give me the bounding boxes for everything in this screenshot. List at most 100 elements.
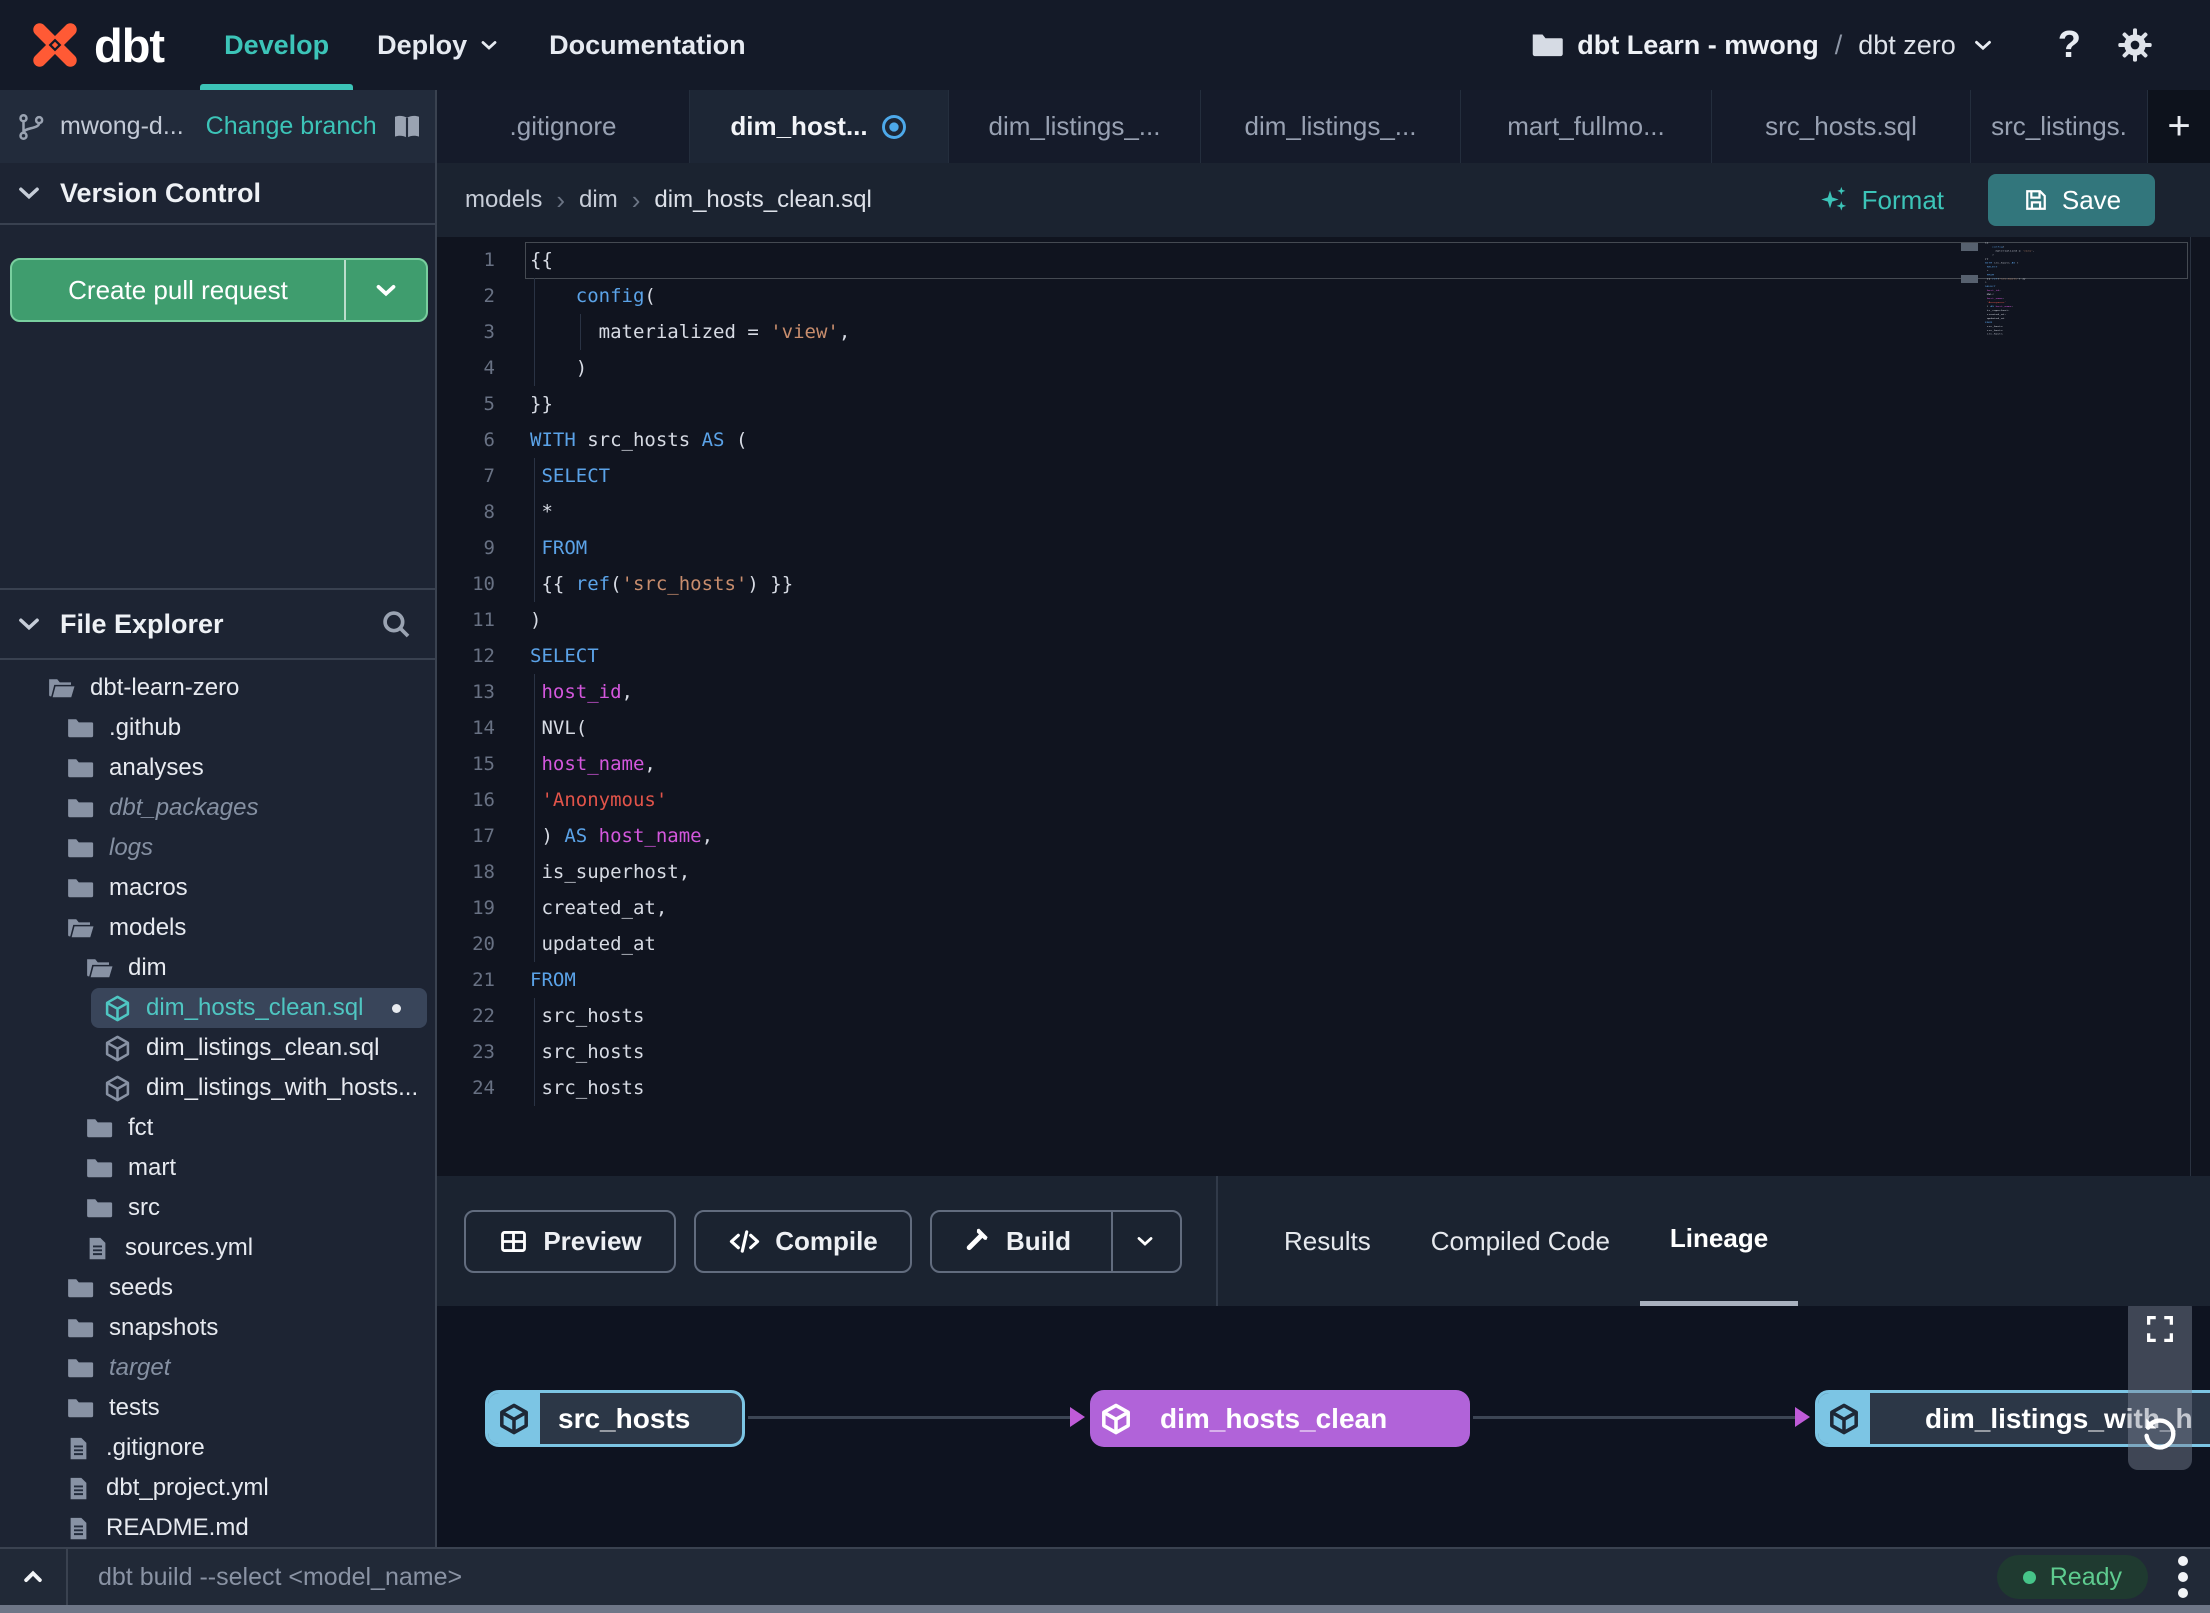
tree-item-analyses[interactable]: analyses (0, 748, 435, 788)
nav-item-develop[interactable]: Develop (200, 0, 354, 90)
panel-tab-results[interactable]: Results (1254, 1176, 1401, 1306)
code-line[interactable]: src_hosts (530, 1070, 850, 1106)
tree-item-sources-yml[interactable]: sources.yml (0, 1228, 435, 1268)
build-dropdown-button[interactable] (1111, 1211, 1177, 1271)
scrollbar-track[interactable] (2190, 237, 2191, 1176)
command-input[interactable]: dbt build --select <model_name> (98, 1563, 462, 1592)
panel-tab-lineage[interactable]: Lineage (1639, 1176, 1799, 1306)
tree-item-src[interactable]: src (0, 1188, 435, 1228)
tree-item-github[interactable]: .github (0, 708, 435, 748)
editor-tab-src-listings[interactable]: src_listings. (1971, 90, 2148, 163)
code-line[interactable]: updated_at (530, 926, 850, 962)
minimap[interactable]: {{ config( materialized = 'view', )}} WIT… (1985, 241, 2059, 391)
editor-tab-dim-listings[interactable]: dim_listings_... (949, 90, 1201, 163)
lineage-node-src-hosts[interactable]: src_hosts (485, 1390, 745, 1447)
command-bar-expand-button[interactable] (0, 1549, 66, 1605)
breadcrumb-dim[interactable]: dim (579, 186, 618, 214)
code-line[interactable]: SELECT (530, 638, 850, 674)
settings-gear-icon[interactable] (2115, 25, 2155, 65)
create-pull-request-label[interactable]: Create pull request (12, 260, 344, 320)
code-line[interactable]: }} (530, 386, 850, 422)
editor-tab-src-hosts-sql[interactable]: src_hosts.sql (1712, 90, 1971, 163)
pull-request-dropdown-button[interactable] (346, 260, 426, 320)
format-button[interactable]: Format (1818, 184, 1944, 216)
tree-item-gitignore[interactable]: .gitignore (0, 1428, 435, 1468)
code-line[interactable]: ) (530, 350, 850, 386)
file-explorer-header[interactable]: File Explorer (0, 588, 435, 660)
tree-item-target[interactable]: target (0, 1348, 435, 1388)
tree-item-dbt-packages[interactable]: dbt_packages (0, 788, 435, 828)
help-button[interactable]: ? (2058, 24, 2081, 67)
code-line[interactable]: ) AS host_name, (530, 818, 850, 854)
line-number: 5 (483, 393, 495, 415)
code-lines[interactable]: {{ config( materialized = 'view', )}} WIT… (530, 242, 850, 1106)
fullscreen-icon[interactable] (2143, 1312, 2177, 1346)
code-line[interactable]: * (530, 494, 850, 530)
nav-item-documentation[interactable]: Documentation (525, 0, 770, 90)
version-control-header[interactable]: Version Control (0, 163, 435, 225)
search-icon[interactable] (379, 607, 413, 641)
code-line[interactable]: host_id, (530, 674, 850, 710)
lineage-arrowhead (1795, 1407, 1810, 1427)
editor-tab-mart-fullmo[interactable]: mart_fullmo... (1461, 90, 1712, 163)
code-editor[interactable]: 1 2 3 4 5 6 7 8 9 10 11 12 13 14 15 16 17 18 19 20 21 22 23 24 … (437, 237, 2210, 1176)
code-line[interactable]: config( (530, 278, 850, 314)
code-line[interactable]: FROM (530, 962, 850, 998)
code-line[interactable]: is_superhost, (530, 854, 850, 890)
tree-item-macros[interactable]: macros (0, 868, 435, 908)
editor-tab-dim-listings[interactable]: dim_listings_... (1201, 90, 1461, 163)
nav-item-deploy[interactable]: Deploy (353, 0, 525, 90)
tree-item-seeds[interactable]: seeds (0, 1268, 435, 1308)
code-line[interactable]: {{ ref('src_hosts') }} (530, 566, 850, 602)
kebab-menu-icon[interactable] (2174, 1552, 2192, 1602)
lineage-canvas[interactable]: src_hosts dim_hosts_clean dim_listings_wit… (437, 1306, 2210, 1547)
code-line[interactable]: src_hosts (530, 998, 850, 1034)
new-tab-button[interactable]: + (2148, 90, 2210, 163)
version-control-title: Version Control (60, 177, 262, 208)
code-line[interactable]: ) (530, 602, 850, 638)
tree-item-fct[interactable]: fct (0, 1108, 435, 1148)
tree-item-readme-md[interactable]: README.md (0, 1508, 435, 1547)
project-name[interactable]: dbt zero (1858, 30, 1956, 61)
panel-tab-compiled-code[interactable]: Compiled Code (1401, 1176, 1640, 1306)
code-line[interactable]: 'Anonymous' (530, 782, 850, 818)
code-line[interactable]: SELECT (530, 458, 850, 494)
tree-item-dim-listings-with-hosts[interactable]: dim_listings_with_hosts... (0, 1068, 435, 1108)
compile-button[interactable]: Compile (694, 1209, 912, 1273)
reset-view-icon[interactable] (2138, 1412, 2182, 1456)
dbt-logo[interactable]: dbt (26, 16, 165, 74)
tree-item-dbt-project-yml[interactable]: dbt_project.yml (0, 1468, 435, 1508)
build-button[interactable]: Build (930, 1209, 1182, 1273)
code-line[interactable]: created_at, (530, 890, 850, 926)
docs-book-icon[interactable] (391, 111, 423, 143)
tree-item-dim-hosts-clean-sql[interactable]: dim_hosts_clean.sql (0, 988, 435, 1028)
tree-item-label: dim_hosts_clean.sql (146, 994, 364, 1021)
model-icon (103, 1074, 132, 1103)
breadcrumb-file: dim_hosts_clean.sql (654, 186, 872, 213)
preview-button[interactable]: Preview (464, 1209, 676, 1273)
tree-item-models[interactable]: models (0, 908, 435, 948)
create-pull-request-button[interactable]: Create pull request (10, 258, 428, 322)
code-line[interactable]: src_hosts (530, 1034, 850, 1070)
code-line[interactable]: materialized = 'view', (530, 314, 850, 350)
breadcrumb-models[interactable]: models (465, 186, 542, 214)
code-line[interactable]: host_name, (530, 746, 850, 782)
code-line[interactable]: FROM (530, 530, 850, 566)
tree-item-tests[interactable]: tests (0, 1388, 435, 1428)
project-chevron-down-icon[interactable] (1970, 32, 1996, 58)
change-branch-link[interactable]: Change branch (206, 112, 377, 141)
lineage-node-dim-hosts-clean[interactable]: dim_hosts_clean (1090, 1390, 1470, 1447)
tree-item-dim-listings-clean-sql[interactable]: dim_listings_clean.sql (0, 1028, 435, 1068)
editor-tab-dim-host[interactable]: dim_host... (690, 90, 949, 163)
tree-item-dim[interactable]: dim (0, 948, 435, 988)
tree-item-mart[interactable]: mart (0, 1148, 435, 1188)
code-line[interactable]: NVL( (530, 710, 850, 746)
editor-tab-gitignore[interactable]: .gitignore (437, 90, 690, 163)
code-line[interactable]: {{ (530, 242, 850, 278)
account-name[interactable]: dbt Learn - mwong (1577, 30, 1818, 61)
tree-item-snapshots[interactable]: snapshots (0, 1308, 435, 1348)
code-line[interactable]: WITH src_hosts AS ( (530, 422, 850, 458)
tree-item-dbt-learn-zero[interactable]: dbt-learn-zero (0, 668, 435, 708)
tree-item-logs[interactable]: logs (0, 828, 435, 868)
save-button[interactable]: Save (1988, 174, 2155, 226)
